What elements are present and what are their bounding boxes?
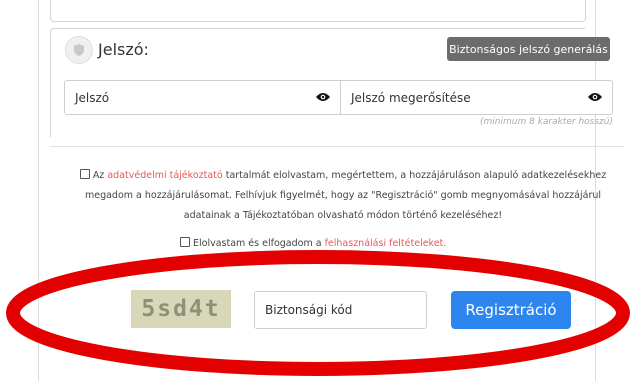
eye-icon[interactable] — [316, 92, 330, 102]
password-confirm-placeholder: Jelszó megerősítése — [351, 90, 471, 105]
security-code-placeholder: Biztonsági kód — [265, 303, 353, 317]
terms-link[interactable]: felhasználási feltételeket. — [325, 238, 447, 249]
captcha-code: 5sd4t — [141, 296, 221, 322]
password-length-hint: (minimum 8 karakter hosszú) — [480, 117, 613, 127]
terms-checkbox[interactable] — [180, 237, 190, 247]
privacy-consent: Az adatvédelmi tájékoztató tartalmát elo… — [62, 166, 624, 226]
shield-icon — [65, 36, 93, 64]
password-placeholder: Jelszó — [75, 90, 110, 105]
previous-section-panel — [50, 0, 586, 22]
register-button[interactable]: Regisztráció — [451, 291, 571, 329]
security-code-input[interactable]: Biztonsági kód — [254, 291, 427, 329]
terms-consent: Elolvastam és elfogadom a felhasználási … — [180, 237, 446, 249]
captcha-image: 5sd4t — [131, 290, 231, 328]
eye-icon[interactable] — [588, 92, 602, 102]
section-divider — [50, 146, 624, 147]
generate-password-button[interactable]: Biztonságos jelszó generálás — [447, 37, 610, 61]
password-confirm-input[interactable]: Jelszó megerősítése — [340, 80, 613, 115]
privacy-policy-link[interactable]: adatvédelmi tájékoztató — [107, 170, 222, 181]
privacy-checkbox[interactable] — [79, 169, 90, 179]
password-input[interactable]: Jelszó — [64, 80, 341, 115]
password-section-title: Jelszó: — [98, 40, 149, 59]
